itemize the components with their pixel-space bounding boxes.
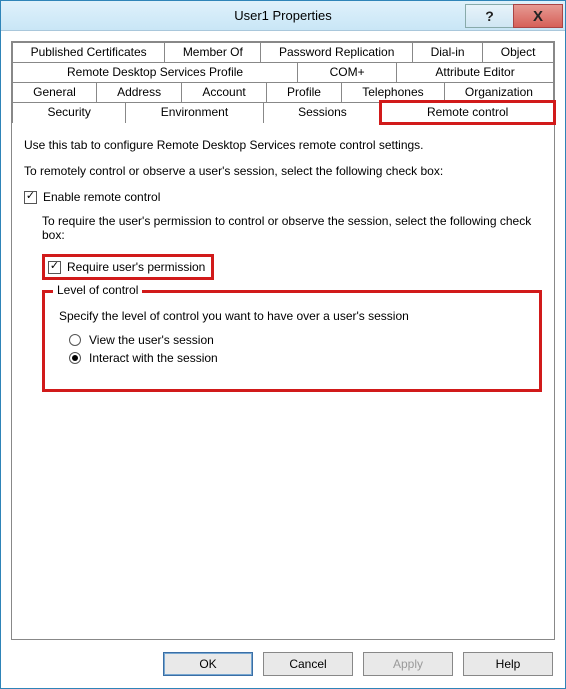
- tab-dial-in[interactable]: Dial-in: [412, 42, 483, 62]
- require-permission-label: Require user's permission: [67, 260, 205, 274]
- tab-environment[interactable]: Environment: [125, 102, 263, 123]
- tab-attribute-editor[interactable]: Attribute Editor: [396, 62, 554, 82]
- tab-container: Published Certificates Member Of Passwor…: [11, 41, 555, 640]
- tab-row-3: General Address Account Profile Telephon…: [12, 82, 554, 102]
- tab-account[interactable]: Account: [181, 82, 267, 102]
- titlebar-close-button[interactable]: X: [513, 4, 563, 28]
- permission-wrap: Require user's permission: [42, 254, 542, 280]
- level-of-control-group: Level of control Specify the level of co…: [42, 290, 542, 392]
- level-of-control-legend: Level of control: [53, 283, 142, 297]
- tab-row-2: Remote Desktop Services Profile COM+ Att…: [12, 62, 554, 82]
- apply-button: Apply: [363, 652, 453, 676]
- help-button[interactable]: Help: [463, 652, 553, 676]
- client-area: Published Certificates Member Of Passwor…: [1, 31, 565, 688]
- help-icon: ?: [485, 8, 494, 24]
- radio-view-session[interactable]: [69, 334, 81, 346]
- require-permission-checkbox[interactable]: [48, 261, 61, 274]
- enable-remote-control-row: Enable remote control: [24, 190, 542, 204]
- require-permission-highlight: Require user's permission: [42, 254, 214, 280]
- tab-published-certificates[interactable]: Published Certificates: [12, 42, 165, 62]
- radio-view-label: View the user's session: [89, 333, 214, 347]
- tab-object[interactable]: Object: [482, 42, 554, 62]
- tab-address[interactable]: Address: [96, 82, 182, 102]
- tab-rds-profile[interactable]: Remote Desktop Services Profile: [12, 62, 298, 82]
- level-specify-text: Specify the level of control you want to…: [59, 309, 527, 323]
- titlebar: User1 Properties ? X: [1, 1, 565, 31]
- tab-member-of[interactable]: Member Of: [164, 42, 261, 62]
- radio-interact-row: Interact with the session: [69, 351, 527, 365]
- titlebar-buttons: ? X: [465, 1, 565, 30]
- tab-profile[interactable]: Profile: [266, 82, 342, 102]
- radio-interact-session[interactable]: [69, 352, 81, 364]
- tab-organization[interactable]: Organization: [444, 82, 554, 102]
- close-icon: X: [533, 8, 543, 25]
- titlebar-help-button[interactable]: ?: [465, 4, 513, 28]
- permission-prompt: To require the user's permission to cont…: [42, 214, 542, 242]
- tab-general[interactable]: General: [12, 82, 97, 102]
- enable-remote-control-checkbox[interactable]: [24, 191, 37, 204]
- ok-button[interactable]: OK: [163, 652, 253, 676]
- tab-remote-control[interactable]: Remote control: [381, 102, 554, 123]
- tab-com-plus[interactable]: COM+: [297, 62, 397, 82]
- tab-rows: Published Certificates Member Of Passwor…: [12, 42, 554, 123]
- radio-interact-label: Interact with the session: [89, 351, 218, 365]
- radio-view-row: View the user's session: [69, 333, 527, 347]
- dialog-button-row: OK Cancel Apply Help: [11, 648, 555, 682]
- tab-sessions[interactable]: Sessions: [263, 102, 383, 123]
- enable-prompt: To remotely control or observe a user's …: [24, 164, 542, 178]
- tab-body-remote-control: Use this tab to configure Remote Desktop…: [12, 123, 554, 639]
- tab-telephones[interactable]: Telephones: [341, 82, 445, 102]
- enable-remote-control-label: Enable remote control: [43, 190, 160, 204]
- tab-row-1: Published Certificates Member Of Passwor…: [12, 42, 554, 62]
- tab-security[interactable]: Security: [12, 102, 126, 123]
- cancel-button[interactable]: Cancel: [263, 652, 353, 676]
- properties-dialog: User1 Properties ? X Published Certifica…: [0, 0, 566, 689]
- tab-row-4: Security Environment Sessions Remote con…: [12, 102, 554, 123]
- tab-password-replication[interactable]: Password Replication: [260, 42, 413, 62]
- intro-text: Use this tab to configure Remote Desktop…: [24, 138, 542, 152]
